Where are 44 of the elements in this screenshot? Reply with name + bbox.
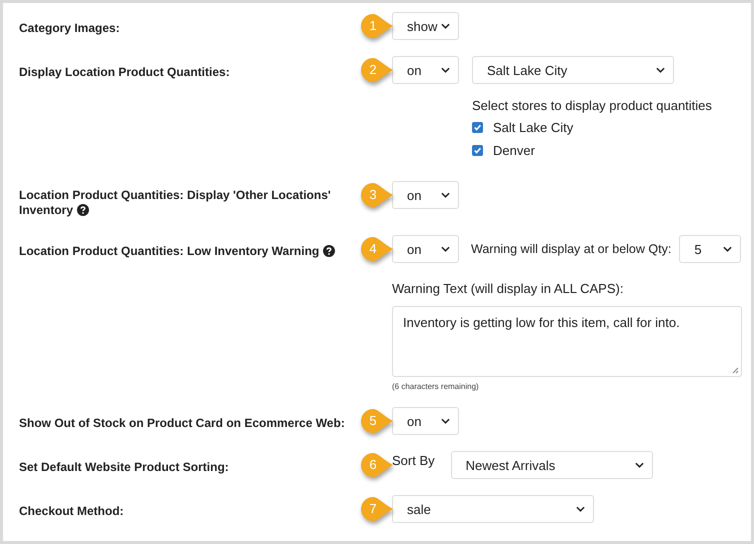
chevron-down-icon [656, 67, 665, 73]
checkbox-label: Salt Lake City [493, 120, 574, 134]
step-marker: 4 [360, 236, 394, 262]
chevron-down-icon [576, 506, 585, 512]
setting-label: Display Location Product Quantities: [19, 65, 230, 80]
warning-text-label: Warning Text (will display in ALL CAPS): [392, 281, 624, 296]
store-dropdown[interactable]: Salt Lake City [472, 56, 674, 84]
setting-label: Category Images: [19, 21, 120, 36]
chevron-down-icon [441, 418, 450, 424]
checkbox[interactable] [472, 122, 483, 132]
sort-dropdown[interactable]: Newest Arrivals [450, 451, 653, 479]
setting-label: Show Out of Stock on Product Card on Ecommerce Web: [19, 416, 345, 431]
chevron-down-icon [441, 23, 450, 29]
help-icon[interactable] [323, 245, 336, 257]
dropdown[interactable]: on [392, 181, 459, 209]
checkbox[interactable] [472, 144, 483, 156]
chevron-down-icon [723, 246, 732, 252]
qty-dropdown[interactable]: 5 [679, 235, 742, 263]
setting-label: Location Product Quantities: Low Inventory Warning [19, 244, 336, 259]
chevron-down-icon [441, 192, 450, 198]
dropdown[interactable]: show [392, 12, 459, 40]
checkbox-label: Denver [493, 142, 535, 158]
dropdown[interactable]: on [392, 235, 459, 263]
step-marker: 3 [360, 182, 394, 208]
characters-remaining: (6 characters remaining) [392, 382, 480, 391]
step-marker: 6 [360, 452, 394, 478]
help-icon[interactable] [77, 204, 90, 216]
resize-grip-icon[interactable] [731, 366, 739, 374]
step-marker: 1 [360, 13, 394, 39]
sort-label: Sort By [392, 452, 435, 468]
setting-label: Checkout Method: [19, 504, 124, 519]
chevron-down-icon [441, 246, 450, 252]
warning-text-field[interactable]: Inventory is getting low for this item, call for into. [392, 306, 742, 377]
setting-label: Set Default Website Product Sorting: [19, 460, 229, 475]
qty-label: Warning will display at or below Qty: [471, 242, 672, 256]
chevron-down-icon [634, 462, 644, 468]
dropdown[interactable]: sale [392, 495, 594, 523]
step-marker: 5 [360, 408, 394, 434]
stores-prompt: Select stores to display product quantities [472, 98, 712, 113]
chevron-down-icon [441, 67, 450, 73]
dropdown[interactable]: on [392, 56, 459, 84]
step-marker: 2 [360, 57, 394, 83]
dropdown[interactable]: on [392, 407, 459, 435]
step-marker: 7 [360, 496, 394, 522]
